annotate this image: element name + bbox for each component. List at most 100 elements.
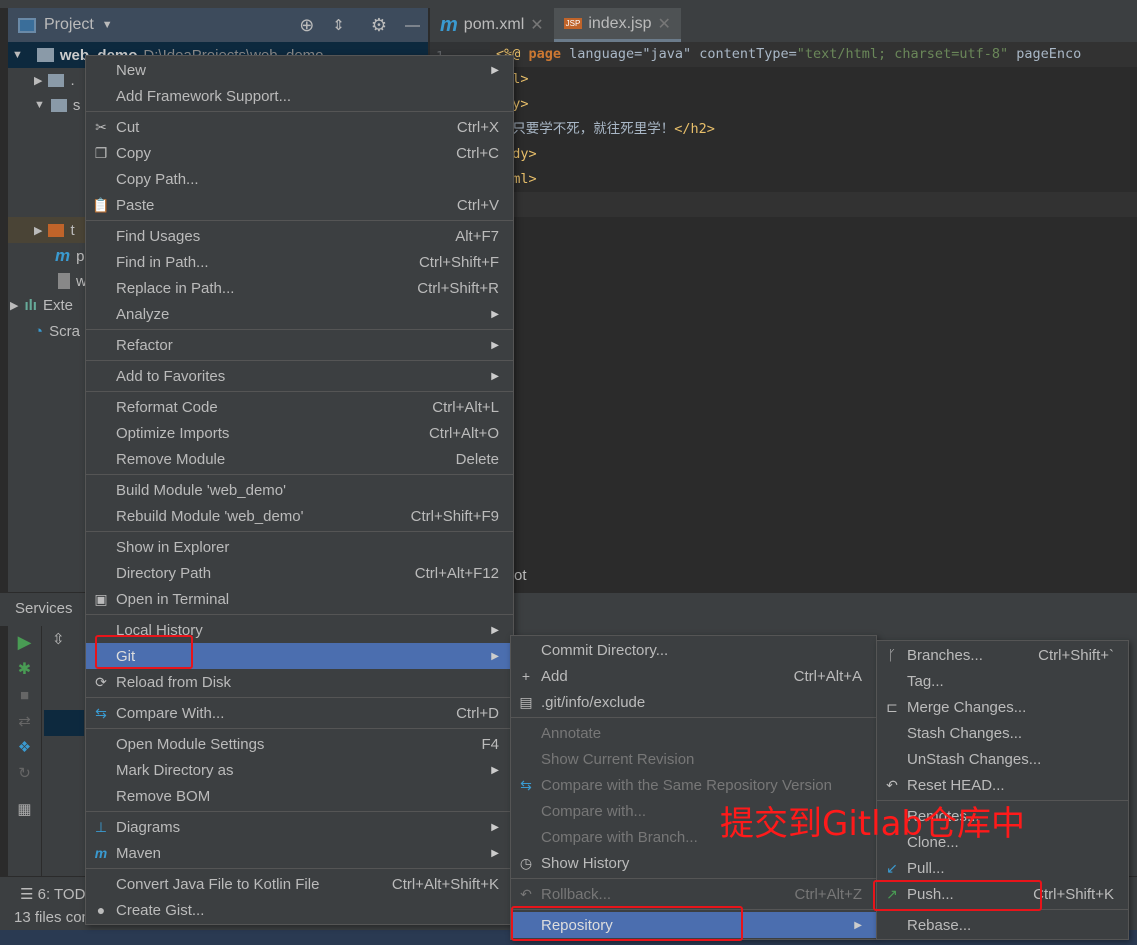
stop-icon[interactable]: ■ [8, 687, 41, 704]
menu-item-label: Copy [116, 144, 152, 162]
menu-item-replace-in-path[interactable]: Replace in Path... Ctrl+Shift+R [86, 275, 513, 301]
locate-icon[interactable]: ⊕ [299, 15, 314, 36]
menu-item-copy-path[interactable]: Copy Path... [86, 166, 513, 192]
menu-item-build-module-web-demo[interactable]: Build Module 'web_demo' [86, 477, 513, 503]
submenu-arrow-icon: ▶ [491, 339, 499, 351]
menu-item-label: Analyze [116, 305, 170, 323]
menu-item-stash-changes[interactable]: Stash Changes... [877, 720, 1128, 746]
tree-row[interactable]: ▶ ılı Exte [10, 292, 73, 318]
tab-pom-xml[interactable]: m pom.xml ✕ [430, 8, 554, 42]
context-menu: New ▶ Add Framework Support... ✂ Cut Ctrl+X ❐ C… [85, 55, 514, 925]
tree-row[interactable]: ▶. [34, 67, 75, 93]
menu-item-label: Add [541, 667, 568, 685]
menu-item-diagrams[interactable]: ⊥ Diagrams ▶ [86, 814, 513, 840]
menu-item-remove-module[interactable]: Remove Module Delete [86, 446, 513, 472]
menu-item-label: Open Module Settings [116, 735, 265, 753]
expand-all-icon[interactable]: ⇳ [52, 630, 65, 648]
breadcrumb[interactable]: ot [490, 562, 1137, 590]
menu-item-paste[interactable]: 📋 Paste Ctrl+V [86, 192, 513, 218]
undo-icon: ↶ [520, 885, 532, 902]
menu-item-maven[interactable]: m Maven ▶ [86, 840, 513, 866]
close-icon[interactable]: ✕ [657, 14, 670, 34]
menu-item-add-framework-support[interactable]: Add Framework Support... [86, 83, 513, 109]
menu-item-reformat-code[interactable]: Reformat Code Ctrl+Alt+L [86, 394, 513, 420]
tree-row[interactable]: ▼ s [34, 92, 80, 118]
deploy-icon[interactable]: ⇄ [8, 712, 41, 730]
menu-item-add-to-favorites[interactable]: Add to Favorites ▶ [86, 363, 513, 389]
menu-item-find-in-path[interactable]: Find in Path... Ctrl+Shift+F [86, 249, 513, 275]
menu-item-tag[interactable]: Tag... [877, 668, 1128, 694]
todo-tab[interactable]: ☰ 6: TOD [20, 885, 85, 903]
copy-icon: ❐ [94, 144, 108, 161]
tree-row[interactable]: ◔ Scra [34, 318, 80, 344]
layout-icon[interactable]: ▦ [8, 800, 41, 818]
branch-icon: ᚴ [887, 647, 897, 663]
menu-item-shortcut: Ctrl+D [456, 704, 499, 722]
menu-item-create-gist[interactable]: ● Create Gist... [86, 897, 513, 923]
close-icon[interactable]: ✕ [530, 15, 543, 35]
menu-item-shortcut: Ctrl+Alt+L [432, 398, 499, 416]
menu-item-label: Diagrams [116, 818, 181, 836]
gear-icon[interactable]: ⚙ [371, 15, 387, 36]
run-icon[interactable]: ▶ [8, 632, 41, 653]
menu-item-label: Paste [116, 196, 155, 214]
menu-item-shortcut: Ctrl+Alt+Shift+K [391, 875, 499, 893]
tab-index-jsp[interactable]: JSP index.jsp ✕ [553, 8, 681, 42]
collapse-all-icon[interactable]: ⇕ [332, 16, 345, 34]
tree-row[interactable]: w [58, 268, 87, 294]
submenu-arrow-icon: ▶ [491, 650, 499, 662]
refresh-icon[interactable]: ↻ [8, 764, 41, 782]
menu-item-label: Compare with the Same Repository Version [541, 776, 832, 794]
menu-item-new[interactable]: New ▶ [86, 57, 513, 83]
menu-item-analyze[interactable]: Analyze ▶ [86, 301, 513, 327]
project-view-selector[interactable]: Project [44, 16, 94, 34]
menu-item-find-usages[interactable]: Find Usages Alt+F7 [86, 223, 513, 249]
menu-item-copy[interactable]: ❐ Copy Ctrl+C [86, 140, 513, 166]
menu-item-remove-bom[interactable]: Remove BOM [86, 783, 513, 809]
menu-item-label: Rebase... [907, 916, 972, 934]
debug-icon[interactable]: ✱ [8, 659, 41, 679]
tree-row[interactable]: ▶ t [34, 217, 75, 243]
submenu-arrow-icon: ▶ [491, 64, 499, 76]
menu-item-rollback: ↶ Rollback... Ctrl+Alt+Z [511, 881, 876, 907]
menu-item-reload-from-disk[interactable]: ⟳ Reload from Disk [86, 669, 513, 695]
submenu-arrow-icon: ▶ [854, 919, 862, 931]
menu-item-directory-path[interactable]: Directory Path Ctrl+Alt+F12 [86, 560, 513, 586]
menu-item-label: Remove BOM [116, 787, 211, 805]
menu-item-open-module-settings[interactable]: Open Module Settings F4 [86, 731, 513, 757]
menu-item-merge-changes[interactable]: ⊏ Merge Changes... [877, 694, 1128, 720]
menu-separator [86, 329, 513, 330]
menu-item-reset-head[interactable]: ↶ Reset HEAD... [877, 772, 1128, 798]
menu-item-shortcut: Ctrl+Alt+O [428, 424, 499, 442]
menu-item-add[interactable]: + Add Ctrl+Alt+A [511, 663, 876, 689]
menu-item-optimize-imports[interactable]: Optimize Imports Ctrl+Alt+O [86, 420, 513, 446]
menu-item-rebuild-module-web-demo[interactable]: Rebuild Module 'web_demo' Ctrl+Shift+F9 [86, 503, 513, 529]
selected-service-row[interactable] [44, 710, 84, 736]
menu-item-shortcut: Alt+F7 [455, 227, 499, 245]
menu-item-git-info-exclude[interactable]: ▤ .git/info/exclude [511, 689, 876, 715]
menu-item-pull[interactable]: ↙ Pull... [877, 855, 1128, 881]
code-line: tml> [490, 67, 1137, 92]
menu-item-show-in-explorer[interactable]: Show in Explorer [86, 534, 513, 560]
menu-item-unstash-changes[interactable]: UnStash Changes... [877, 746, 1128, 772]
menu-item-compare-with[interactable]: ⇆ Compare With... Ctrl+D [86, 700, 513, 726]
tree-row[interactable]: mp [55, 243, 84, 269]
minimize-icon[interactable]: — [405, 17, 420, 34]
menu-item-refactor[interactable]: Refactor ▶ [86, 332, 513, 358]
menu-item-show-history[interactable]: ◷ Show History [511, 850, 876, 876]
menu-item-open-in-terminal[interactable]: ▣ Open in Terminal [86, 586, 513, 612]
menu-item-label: Build Module 'web_demo' [116, 481, 286, 499]
menu-item-commit-directory[interactable]: Commit Directory... [511, 637, 876, 663]
chevron-down-icon[interactable]: ▼ [102, 19, 113, 31]
menu-item-convert-java-file-to-kotlin-file[interactable]: Convert Java File to Kotlin File Ctrl+Alt… [86, 871, 513, 897]
code-editor[interactable]: <%@ page language="java" contentType="te… [490, 42, 1137, 560]
tools-icon[interactable]: ❖ [8, 738, 41, 756]
submenu-arrow-icon: ▶ [491, 821, 499, 833]
menu-item-branches[interactable]: ᚴ Branches... Ctrl+Shift+` [877, 642, 1128, 668]
menu-item-mark-directory-as[interactable]: Mark Directory as ▶ [86, 757, 513, 783]
menu-separator [511, 717, 876, 718]
menu-item-label: Reset HEAD... [907, 776, 1005, 794]
menu-item-rebase[interactable]: Rebase... [877, 912, 1128, 938]
menu-item-cut[interactable]: ✂ Cut Ctrl+X [86, 114, 513, 140]
menu-item-shortcut: Ctrl+Shift+F9 [410, 507, 499, 525]
